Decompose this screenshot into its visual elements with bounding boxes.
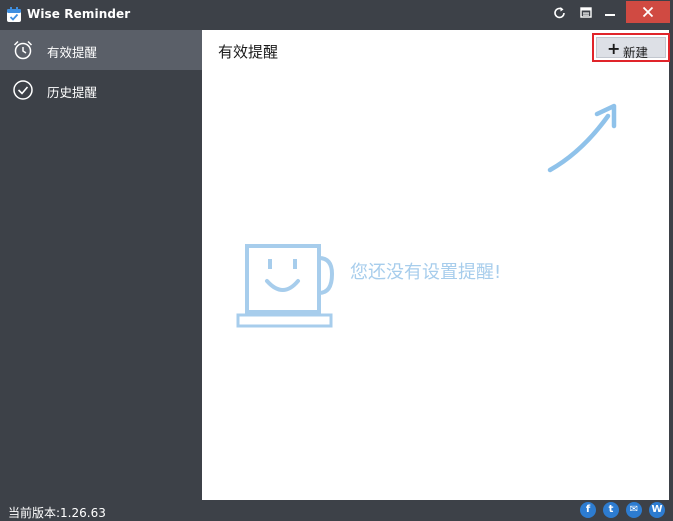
title-bar: Wise Reminder [0, 0, 673, 30]
alarm-clock-icon [13, 40, 33, 60]
app-title: Wise Reminder [27, 7, 131, 21]
calendar-check-icon [7, 7, 21, 22]
sidebar-item-label: 有效提醒 [47, 45, 98, 60]
wise-icon[interactable]: W [649, 502, 665, 518]
facebook-icon[interactable]: f [580, 502, 596, 518]
menu-icon [580, 7, 592, 18]
close-icon [642, 6, 654, 18]
new-button-face: + 新建 [596, 37, 666, 60]
check-circle-icon [13, 80, 33, 100]
minimize-button[interactable] [598, 0, 622, 26]
refresh-icon [554, 7, 565, 19]
sidebar-item-history-reminders[interactable]: 历史提醒 [0, 70, 202, 110]
refresh-button[interactable] [550, 0, 570, 26]
curved-arrow-icon [547, 103, 617, 173]
version-label: 当前版本:1.26.63 [8, 506, 106, 520]
mail-icon[interactable]: ✉ [626, 502, 642, 518]
new-button-label: 新建 [623, 45, 649, 60]
new-reminder-button[interactable]: + 新建 [592, 33, 670, 62]
close-button[interactable] [626, 1, 670, 23]
empty-state-message: 您还没有设置提醒! [350, 262, 502, 283]
sidebar-item-active-reminders[interactable]: 有效提醒 [0, 30, 202, 70]
coffee-cup-icon [236, 244, 334, 328]
plus-icon: + [607, 39, 621, 58]
sidebar-item-label: 历史提醒 [47, 85, 98, 100]
twitter-icon[interactable]: t [603, 502, 619, 518]
main-content: 有效提醒 + 新建 您还没有设置提醒! [202, 30, 670, 500]
menu-button[interactable] [576, 0, 596, 26]
status-bar: 当前版本:1.26.63 f t ✉ W [0, 500, 673, 521]
minimize-icon [605, 14, 615, 16]
sidebar: 有效提醒 历史提醒 [0, 30, 202, 500]
page-title: 有效提醒 [218, 43, 279, 61]
